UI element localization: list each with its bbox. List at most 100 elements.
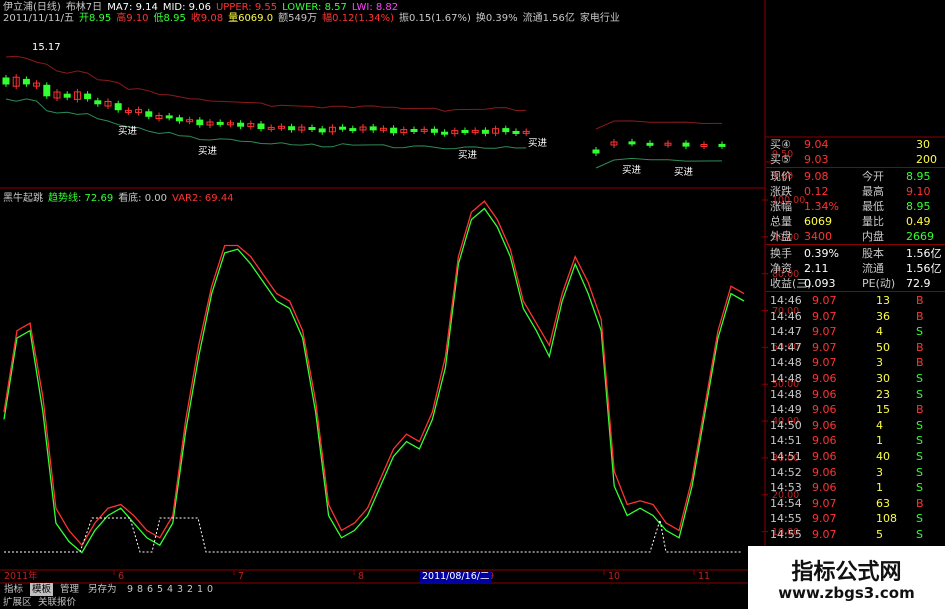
candlestick-chart[interactable] [2,74,726,156]
header-field: 开8.95 [79,13,112,24]
tick-cell: 1 [876,481,883,495]
divider [766,291,945,292]
tab-9[interactable]: 3 [175,583,185,596]
candle [441,131,449,135]
tick-row: 14:47 9.07 50 B [766,340,945,355]
quote-l: 现价 [770,170,792,183]
header-field: 收9.08 [190,13,224,24]
quote-l2: 内盘 [862,230,884,243]
quote-l: 换手 [770,247,792,260]
candle [502,128,510,133]
header-field: LWI: 8.82 [351,2,399,13]
header-field: 黑牛起跳 [3,193,43,204]
candle [390,127,398,134]
tick-cell: 50 [876,340,890,354]
candle [628,141,636,145]
tick-row: 14:50 9.06 4 S [766,418,945,433]
tab-4[interactable]: 9 [125,583,135,596]
candle [22,78,30,85]
tick-cell: 14:50 [770,418,802,432]
quote-v: 0.39% [804,247,839,260]
quote-v: 9.08 [804,170,829,183]
tick-cell: 9.06 [812,403,837,417]
tab-8[interactable]: 4 [165,583,175,596]
candle [216,121,224,125]
tab-0[interactable]: 指标 [2,583,25,596]
candle [646,142,654,146]
quote-row: 买④ 9.04 30 [766,137,945,152]
tick-cell: 14:46 [770,309,802,323]
tab-2[interactable]: 管理 [58,583,81,596]
tick-cell: 3 [876,356,883,370]
quote-row: 买⑤ 9.03 200 [766,152,945,167]
tab-1[interactable]: 模板 [30,583,54,596]
ohlc-header: 2011/11/11/五 开8.95 高9.10 低8.95 收9.08 量6069.0 额… [3,13,625,24]
tick-cell: 14:52 [770,465,802,479]
tick-cell: 9.07 [812,309,837,323]
tab-extension-area[interactable]: 扩展区 [3,596,32,609]
indicator-chart[interactable] [3,200,745,554]
quote-row: 收益(三) 0.093 PE(动) 72.9 [766,276,945,291]
tab-3[interactable]: 另存为 [86,583,119,596]
candle [349,128,357,132]
divider [766,167,945,168]
tick-cell: 14:51 [770,434,802,448]
candle [257,123,265,129]
watermark-title: 指标公式网 [791,559,902,585]
tick-cell: 9.07 [812,340,837,354]
quote-l: 买④ [770,138,791,151]
candle [308,127,316,130]
tab-related-quotes[interactable]: 关联报价 [38,596,76,609]
tick-cell: B [916,356,924,370]
header-field: LOWER: 8.57 [282,2,347,13]
tick-row: 14:55 9.07 108 S [766,511,945,526]
buy-signal-label: 买进 [198,146,218,157]
header-field: 幅0.12(1.34%) [322,13,395,24]
indicator-header: 黑牛起跳 趋势线: 72.69 看底: 0.00 VAR2: 69.44 [3,193,239,204]
candle [318,128,326,133]
tick-row: 14:51 9.06 1 S [766,433,945,448]
quote-l2: 股本 [862,247,884,260]
tick-cell: 63 [876,496,890,510]
header-field: 额549万 [278,13,318,24]
tick-row: 14:48 9.06 30 S [766,371,945,386]
quote-v2: 72.9 [906,277,931,290]
tick-cell: 9.07 [812,325,837,339]
quote-v: 9.04 [804,138,829,151]
quote-row: 涨幅 1.34% 最低 8.95 [766,199,945,214]
lower-band [595,157,723,169]
tick-row: 14:47 9.07 4 S [766,324,945,339]
quote-row: 现价 9.08 今开 8.95 [766,169,945,184]
tick-cell: 9.07 [812,294,837,307]
tick-cell: 9.06 [812,418,837,432]
tick-cell: B [916,309,924,323]
tick-row: 14:54 9.07 63 B [766,496,945,511]
upper-band [595,120,723,130]
candle [145,111,153,117]
quote-v: 9.03 [804,153,829,166]
tick-row: 14:46 9.07 13 B [766,293,945,308]
tick-cell: 4 [876,418,883,432]
month-label: 10 [608,571,621,582]
trend-line [3,207,745,554]
tab-5[interactable]: 8 [135,583,145,596]
buy-signal-label: 买进 [528,138,548,149]
quote-l2: 今开 [862,170,884,183]
tick-cell: 5 [876,528,883,541]
tick-cell: 14:51 [770,450,802,463]
tick-cell: S [916,465,923,479]
tab-7[interactable]: 5 [155,583,165,596]
header-field: VAR2: 69.44 [172,193,234,204]
candle [430,128,438,133]
candle [175,117,183,122]
tab-11[interactable]: 1 [195,583,205,596]
tab-12[interactable]: 0 [205,583,215,596]
high-price-label: 15.17 [32,42,61,53]
tab-10[interactable]: 2 [185,583,195,596]
quote-v: 2.11 [804,262,829,275]
quote-v2: 8.95 [906,170,931,183]
tick-row: 14:55 9.07 5 S [766,527,945,542]
bottom-bar: 扩展区 关联报价 [0,596,748,609]
quote-v: 0.12 [804,185,829,198]
tab-6[interactable]: 6 [145,583,155,596]
